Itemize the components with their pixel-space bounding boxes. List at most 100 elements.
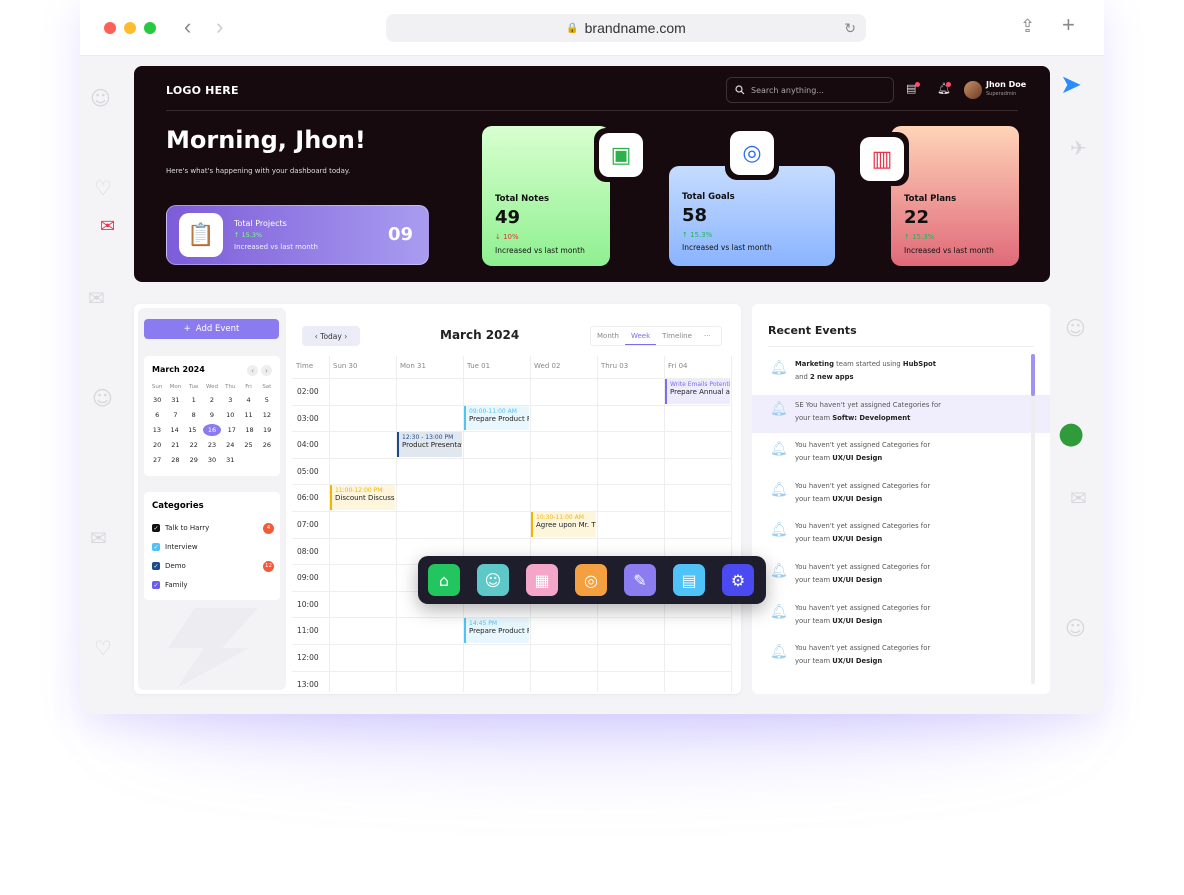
mini-day[interactable]: 23 (203, 439, 221, 451)
time-column-header: Time (296, 362, 314, 370)
browser-window: ‹ › 🔒 brandname.com ↻ ⇪ + ☺ ♡ ✉ ☺ ✉ ♡ ✈ … (80, 0, 1104, 714)
mini-day[interactable]: 13 (148, 424, 166, 436)
calendar-dock-button[interactable]: ▦ (526, 564, 558, 596)
category-item[interactable]: ✓ Talk to Harry 4 (152, 522, 274, 534)
clipboard-dock-button[interactable]: ▤ (673, 564, 705, 596)
forward-icon[interactable]: › (216, 14, 223, 40)
calendar-event[interactable]: 10:30-11:00 AM Agree upon Mr. Th (531, 512, 596, 537)
day-column-header: Wed 02 (534, 362, 561, 370)
share-icon[interactable]: ⇪ (1020, 16, 1035, 37)
event-message: SE You haven't yet assigned Categories f… (795, 400, 941, 409)
total-goals-card[interactable]: Total Goals 58 ↑ 15.3% Increased vs last… (669, 166, 835, 266)
mini-day[interactable]: 19 (258, 424, 276, 436)
scrollbar-thumb[interactable] (1031, 354, 1035, 396)
category-item[interactable]: ✓ Family (152, 579, 274, 591)
today-button[interactable]: ‹ Today › (302, 326, 360, 346)
day-column-header: Mon 31 (400, 362, 426, 370)
mini-day[interactable]: 24 (221, 439, 239, 451)
mini-day[interactable]: 26 (258, 439, 276, 451)
checkbox-checked-icon[interactable]: ✓ (152, 581, 160, 589)
view-tab-month[interactable]: Month (591, 332, 625, 340)
checkbox-checked-icon[interactable]: ✓ (152, 524, 160, 532)
mini-day[interactable]: 8 (185, 409, 203, 421)
view-tab-timeline[interactable]: Timeline (656, 332, 698, 340)
calendar-event[interactable]: Write Emails Potentia Prepare Annual ad (665, 379, 730, 404)
home-dock-button[interactable]: ⌂ (428, 564, 460, 596)
calendar-event[interactable]: 12:30 - 13:00 PM Product Presentati (397, 432, 462, 457)
doodle-icon: ✈ (1070, 136, 1087, 160)
recent-event-item[interactable]: 🔔︎ You haven't yet assigned Categories fo… (752, 435, 1050, 473)
checkbox-checked-icon[interactable]: ✓ (152, 562, 160, 570)
category-item[interactable]: ✓ Demo 12 (152, 560, 274, 572)
target-dock-button[interactable]: ◎ (575, 564, 607, 596)
mini-day[interactable]: 31 (221, 454, 239, 466)
mini-prev-icon[interactable]: ‹ (247, 365, 258, 376)
mini-day[interactable]: 2 (203, 394, 221, 406)
address-bar[interactable]: 🔒 brandname.com ↻ (386, 14, 866, 42)
reload-icon[interactable]: ↻ (844, 20, 856, 37)
recent-event-item[interactable]: 🔔︎ Marketing team started using HubSpot an… (752, 354, 1050, 392)
recent-event-item[interactable]: 🔔︎ You haven't yet assigned Categories fo… (752, 638, 1050, 676)
mini-day[interactable]: 21 (166, 439, 184, 451)
mini-day[interactable]: 25 (239, 439, 257, 451)
total-projects-card[interactable]: 📋 Total Projects ↑ 15.3% Increased vs la… (166, 205, 429, 265)
recent-event-item[interactable]: 🔔︎ You haven't yet assigned Categories fo… (752, 516, 1050, 554)
category-count-badge: 12 (263, 560, 274, 572)
recent-event-item[interactable]: 🔔︎ You haven't yet assigned Categories fo… (752, 557, 1050, 595)
mini-day[interactable]: 1 (185, 394, 203, 406)
recent-event-item[interactable]: 🔔︎ You haven't yet assigned Categories fo… (752, 476, 1050, 514)
mini-day[interactable]: 18 (241, 424, 259, 436)
mini-day[interactable]: 27 (148, 454, 166, 466)
mini-day[interactable]: 3 (221, 394, 239, 406)
mini-day[interactable]: 10 (221, 409, 239, 421)
calendar-event[interactable]: 14:45 PM Prepare Product F (464, 618, 529, 643)
mini-day[interactable]: 29 (185, 454, 203, 466)
day-column-header: Fri 04 (668, 362, 688, 370)
avatar[interactable] (964, 81, 982, 99)
recent-event-item[interactable]: 🔔︎ You haven't yet assigned Categories fo… (752, 598, 1050, 636)
mini-day[interactable]: 31 (166, 394, 184, 406)
checkbox-checked-icon[interactable]: ✓ (152, 543, 160, 551)
recent-event-item[interactable]: 🔔︎ SE You haven't yet assigned Categories… (752, 394, 1050, 433)
mini-day[interactable]: 12 (258, 409, 276, 421)
mini-day[interactable]: 11 (239, 409, 257, 421)
mini-day[interactable]: 14 (166, 424, 184, 436)
mini-day[interactable]: 28 (166, 454, 184, 466)
maximize-window-button[interactable] (144, 22, 156, 34)
back-icon[interactable]: ‹ (184, 14, 191, 40)
view-tab-week[interactable]: Week (624, 327, 657, 345)
mini-day[interactable]: 7 (166, 409, 184, 421)
event-title: Agree upon Mr. Th (536, 521, 596, 529)
close-window-button[interactable] (104, 22, 116, 34)
more-options-icon[interactable]: ··· (698, 332, 717, 340)
mini-day[interactable]: 4 (239, 394, 257, 406)
minimize-window-button[interactable] (124, 22, 136, 34)
mini-day[interactable]: 30 (148, 394, 166, 406)
new-tab-icon[interactable]: + (1062, 12, 1075, 38)
calendar-event[interactable]: 09:00-11:00 AM Prepare Product F (464, 405, 529, 431)
mini-day[interactable]: 9 (203, 409, 221, 421)
edit-note-dock-button[interactable]: ✎ (624, 564, 656, 596)
category-item[interactable]: ✓ Interview (152, 541, 274, 553)
chat-bot-dock-button[interactable]: ☺ (477, 564, 509, 596)
search-input[interactable]: Search anything... (726, 77, 894, 103)
mini-day[interactable]: 20 (148, 439, 166, 451)
mini-day[interactable]: 5 (258, 394, 276, 406)
mini-day[interactable]: 16 (203, 424, 221, 436)
mini-next-icon[interactable]: › (261, 365, 272, 376)
mini-day[interactable]: 30 (203, 454, 221, 466)
add-event-button[interactable]: + Add Event (144, 319, 279, 339)
mini-day[interactable]: 22 (185, 439, 203, 451)
settings-dock-button[interactable]: ⚙ (722, 564, 754, 596)
events-scrollbar[interactable] (1031, 354, 1035, 684)
calendar-event[interactable]: 11:00-12:00 PM Discount Discussi (330, 485, 395, 510)
mini-day[interactable]: 6 (148, 409, 166, 421)
logo[interactable]: LOGO HERE (166, 84, 239, 97)
user-name[interactable]: Jhon Doe (986, 80, 1026, 89)
doodle-icon: ♡ (94, 636, 112, 660)
event-message: You haven't yet assigned Categories for (795, 563, 931, 571)
total-notes-card[interactable]: Total Notes 49 ↓ 10% Increased vs last m… (482, 126, 610, 266)
total-plans-card[interactable]: Total Plans 22 ↑ 15.3% Increased vs last… (891, 126, 1019, 266)
mini-day[interactable]: 17 (223, 424, 241, 436)
mini-day[interactable]: 15 (183, 424, 201, 436)
